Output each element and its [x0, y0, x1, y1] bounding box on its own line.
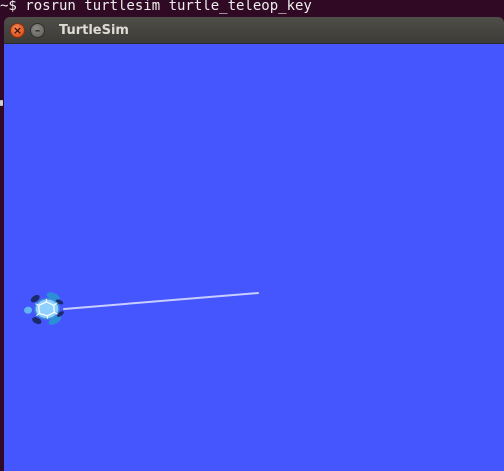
window-titlebar[interactable]: × – TurtleSim: [4, 17, 504, 44]
close-button[interactable]: ×: [10, 23, 25, 38]
turtle-pen-trail: [63, 292, 259, 310]
minimize-icon: –: [34, 24, 41, 37]
turtle-canvas[interactable]: [4, 44, 504, 471]
window-title: TurtleSim: [59, 23, 129, 38]
minimize-button[interactable]: –: [30, 23, 45, 38]
turtlesim-window: × – TurtleSim: [4, 17, 504, 471]
terminal-command-line: ~$ rosrun turtlesim turtle_teleop_key: [0, 0, 312, 14]
canvas-drawing: [24, 292, 259, 325]
terminal-cursor-fragment: [0, 100, 3, 106]
close-icon: ×: [12, 24, 23, 37]
turtle-icon: [24, 292, 64, 325]
